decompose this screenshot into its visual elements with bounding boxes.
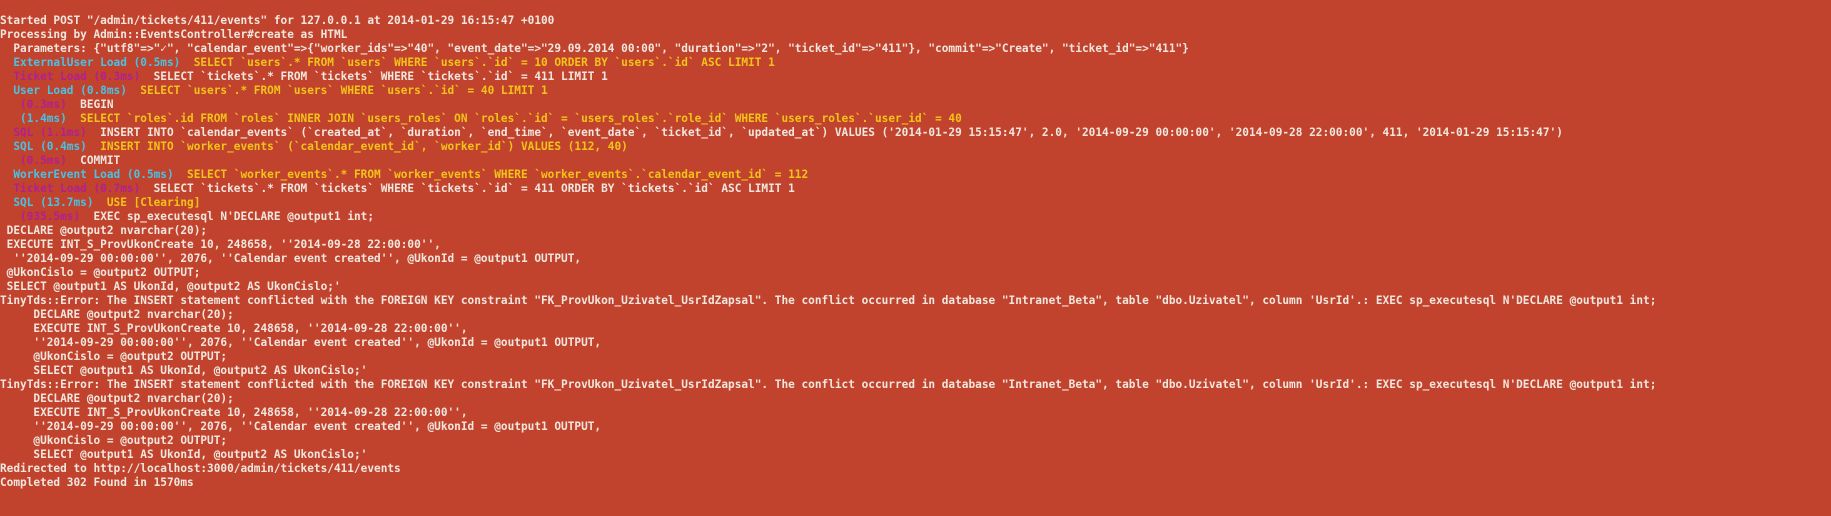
log-segment: @UkonCislo = @output2 OUTPUT; (0, 350, 228, 363)
log-segment: EXECUTE INT_S_ProvUkonCreate 10, 248658,… (0, 406, 468, 419)
log-line: DECLARE @output2 nvarchar(20); (0, 308, 1831, 322)
log-segment: USE [Clearing] (93, 196, 201, 209)
log-segment: DECLARE @output2 nvarchar(20); (0, 308, 234, 321)
log-segment: (1.4ms) (0, 112, 67, 125)
log-segment: EXECUTE INT_S_ProvUkonCreate 10, 248658,… (0, 238, 441, 251)
log-line: Processing by Admin::EventsController#cr… (0, 28, 1831, 42)
log-segment: Processing by Admin::EventsController#cr… (0, 28, 348, 41)
log-line: DECLARE @output2 nvarchar(20); (0, 392, 1831, 406)
log-segment: COMMIT (66, 154, 121, 167)
log-line: @UkonCislo = @output2 OUTPUT; (0, 266, 1831, 280)
log-segment: EXEC sp_executesql N'DECLARE @output1 in… (80, 210, 375, 223)
log-line: SELECT @output1 AS UkonId, @output2 AS U… (0, 280, 1831, 294)
log-segment: SQL (1.1ms) (0, 126, 87, 139)
log-line: SQL (0.4ms) INSERT INTO `worker_events` … (0, 140, 1831, 154)
log-line: EXECUTE INT_S_ProvUkonCreate 10, 248658,… (0, 238, 1831, 252)
log-segment: ''2014-09-29 00:00:00'', 2076, ''Calenda… (0, 336, 602, 349)
log-segment: (935.5ms) (0, 210, 81, 223)
log-segment: (0.5ms) (0, 154, 67, 167)
log-line: (0.5ms) COMMIT (0, 154, 1831, 168)
log-segment: User Load (0.8ms) (0, 84, 127, 97)
log-line: EXECUTE INT_S_ProvUkonCreate 10, 248658,… (0, 322, 1831, 336)
log-segment: SELECT `roles`.id FROM `roles` INNER JOI… (66, 112, 962, 125)
log-segment: SQL (0.4ms) (0, 140, 87, 153)
log-line: SELECT @output1 AS UkonId, @output2 AS U… (0, 448, 1831, 462)
log-segment: SELECT `users`.* FROM `users` WHERE `use… (180, 56, 775, 69)
log-line: DECLARE @output2 nvarchar(20); (0, 224, 1831, 238)
log-segment: Parameters: {"utf8"=>"✓", "calendar_even… (0, 42, 1189, 55)
log-segment: SELECT @output1 AS UkonId, @output2 AS U… (0, 448, 368, 461)
log-line: @UkonCislo = @output2 OUTPUT; (0, 434, 1831, 448)
log-line: Started POST "/admin/tickets/411/events"… (0, 14, 1831, 28)
log-segment: INSERT INTO `calendar_events` (`created_… (86, 126, 1563, 139)
log-segment: SELECT `worker_events`.* FROM `worker_ev… (173, 168, 809, 181)
log-segment: (0.3ms) (0, 98, 67, 111)
log-segment: Ticket Load (0.7ms) (0, 182, 141, 195)
log-segment: DECLARE @output2 nvarchar(20); (0, 224, 208, 237)
log-segment: Ticket Load (0.3ms) (0, 70, 141, 83)
log-line: SELECT @output1 AS UkonId, @output2 AS U… (0, 364, 1831, 378)
log-segment: TinyTds::Error: The INSERT statement con… (0, 294, 1657, 307)
log-segment: Completed 302 Found in 1570ms (0, 476, 194, 489)
log-segment: SELECT `tickets`.* FROM `tickets` WHERE … (140, 182, 795, 195)
log-segment: ''2014-09-29 00:00:00'', 2076, ''Calenda… (0, 420, 602, 433)
log-line: (935.5ms) EXEC sp_executesql N'DECLARE @… (0, 210, 1831, 224)
log-segment: Redirected to http://localhost:3000/admi… (0, 462, 401, 475)
log-segment: SELECT @output1 AS UkonId, @output2 AS U… (0, 280, 341, 293)
log-line: ''2014-09-29 00:00:00'', 2076, ''Calenda… (0, 420, 1831, 434)
log-line: SQL (13.7ms) USE [Clearing] (0, 196, 1831, 210)
log-segment: INSERT INTO `worker_events` (`calendar_e… (86, 140, 628, 153)
log-segment: SELECT `users`.* FROM `users` WHERE `use… (126, 84, 548, 97)
log-line: ''2014-09-29 00:00:00'', 2076, ''Calenda… (0, 252, 1831, 266)
log-line: User Load (0.8ms) SELECT `users`.* FROM … (0, 84, 1831, 98)
log-line: ExternalUser Load (0.5ms) SELECT `users`… (0, 56, 1831, 70)
log-line: WorkerEvent Load (0.5ms) SELECT `worker_… (0, 168, 1831, 182)
log-line: Parameters: {"utf8"=>"✓", "calendar_even… (0, 42, 1831, 56)
log-segment: Started POST "/admin/tickets/411/events"… (0, 14, 555, 27)
log-line: Redirected to http://localhost:3000/admi… (0, 462, 1831, 476)
log-segment: ''2014-09-29 00:00:00'', 2076, ''Calenda… (0, 252, 582, 265)
log-line: ''2014-09-29 00:00:00'', 2076, ''Calenda… (0, 336, 1831, 350)
log-segment: DECLARE @output2 nvarchar(20); (0, 392, 234, 405)
log-line: TinyTds::Error: The INSERT statement con… (0, 378, 1831, 392)
log-line: Ticket Load (0.3ms) SELECT `tickets`.* F… (0, 70, 1831, 84)
log-segment: ExternalUser Load (0.5ms) (0, 56, 181, 69)
terminal-log: Started POST "/admin/tickets/411/events"… (0, 0, 1831, 490)
log-segment: SELECT @output1 AS UkonId, @output2 AS U… (0, 364, 368, 377)
log-segment: BEGIN (66, 98, 114, 111)
log-line: EXECUTE INT_S_ProvUkonCreate 10, 248658,… (0, 406, 1831, 420)
log-line: (1.4ms) SELECT `roles`.id FROM `roles` I… (0, 112, 1831, 126)
log-segment: SQL (13.7ms) (0, 196, 94, 209)
log-segment: @UkonCislo = @output2 OUTPUT; (0, 434, 228, 447)
log-segment: EXECUTE INT_S_ProvUkonCreate 10, 248658,… (0, 322, 468, 335)
log-line: SQL (1.1ms) INSERT INTO `calendar_events… (0, 126, 1831, 140)
log-segment: WorkerEvent Load (0.5ms) (0, 168, 174, 181)
log-segment: @UkonCislo = @output2 OUTPUT; (0, 266, 201, 279)
log-line: Completed 302 Found in 1570ms (0, 476, 1831, 490)
log-line: Ticket Load (0.7ms) SELECT `tickets`.* F… (0, 182, 1831, 196)
log-line: @UkonCislo = @output2 OUTPUT; (0, 350, 1831, 364)
log-segment: SELECT `tickets`.* FROM `tickets` WHERE … (140, 70, 608, 83)
log-line: TinyTds::Error: The INSERT statement con… (0, 294, 1831, 308)
log-line: (0.3ms) BEGIN (0, 98, 1831, 112)
log-segment: TinyTds::Error: The INSERT statement con… (0, 378, 1657, 391)
